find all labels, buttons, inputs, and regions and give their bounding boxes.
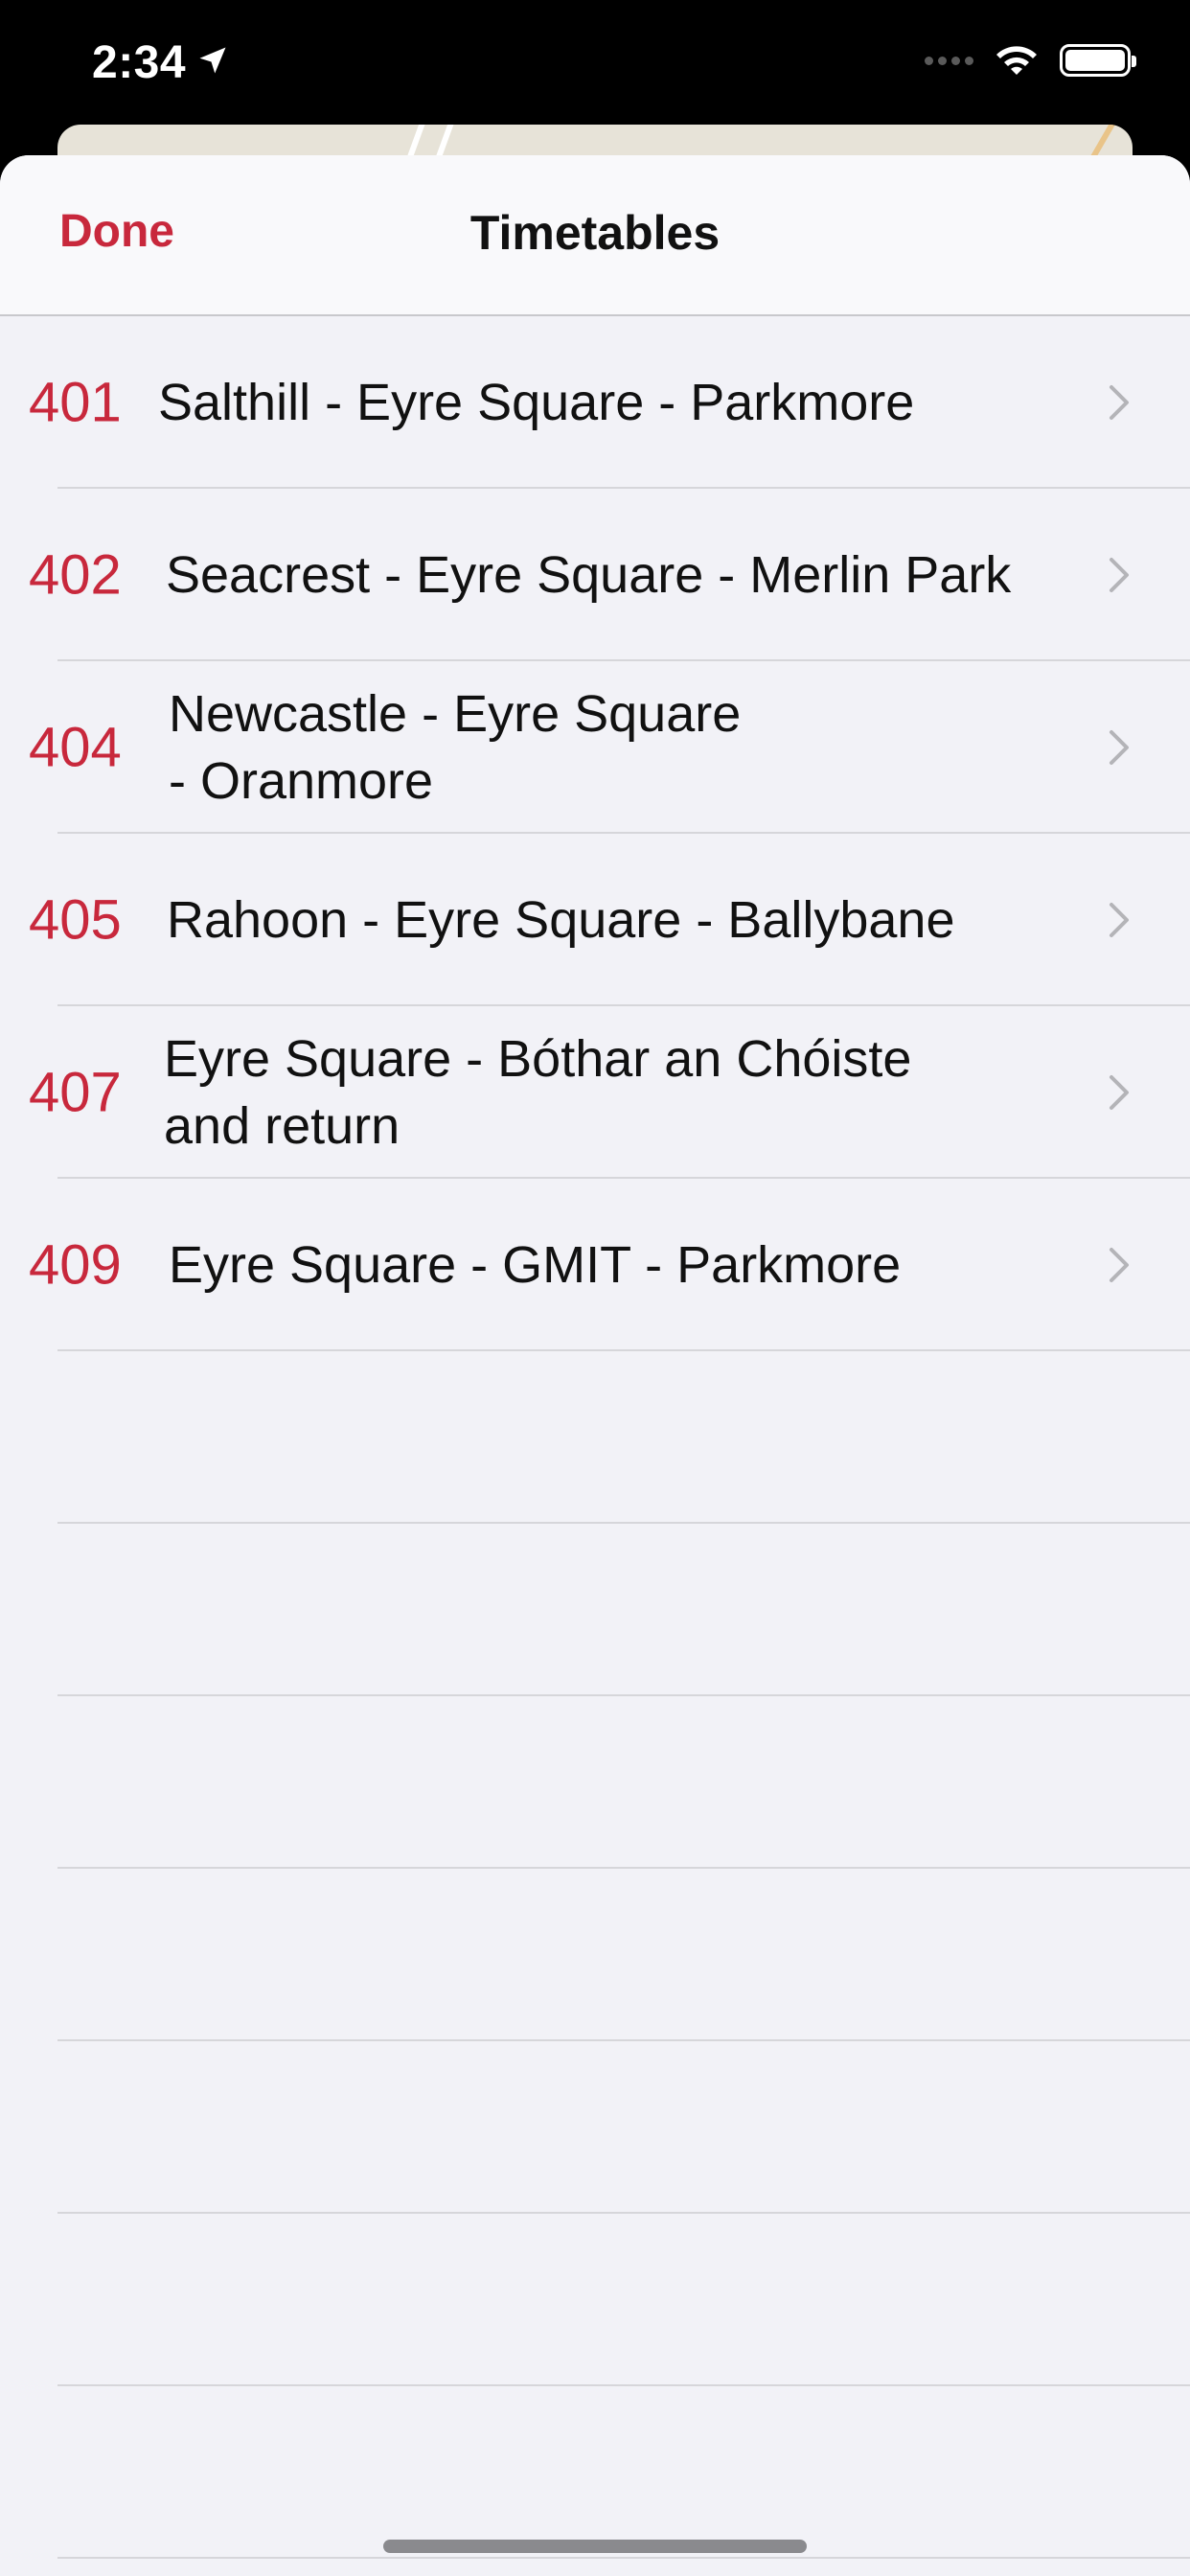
empty-row: [0, 2214, 1190, 2386]
page-title: Timetables: [469, 206, 721, 260]
route-name: Seacrest - Eyre Square - Merlin Park: [166, 541, 1011, 609]
empty-row: [0, 1524, 1190, 1696]
empty-row: [0, 1696, 1190, 1869]
route-name-line: - Oranmore: [169, 752, 434, 810]
route-name-line: Salthill - Eyre Square - Parkmore: [158, 374, 915, 431]
wifi-icon: [993, 42, 1041, 79]
location-arrow-icon: [195, 36, 230, 89]
route-row-409[interactable]: 409 Eyre Square - GMIT - Parkmore: [0, 1179, 1190, 1351]
cellular-signal-icon: [925, 56, 973, 65]
route-number: 407: [29, 1061, 122, 1124]
route-name-line: Rahoon - Eyre Square - Ballybane: [167, 891, 955, 949]
route-number: 405: [29, 888, 122, 952]
route-number: 409: [29, 1233, 122, 1297]
chevron-right-icon: [1108, 556, 1131, 594]
chevron-right-icon: [1108, 901, 1131, 939]
route-row-405[interactable]: 405 Rahoon - Eyre Square - Ballybane: [0, 834, 1190, 1006]
route-row-402[interactable]: 402 Seacrest - Eyre Square - Merlin Park: [0, 489, 1190, 661]
battery-icon: [1060, 44, 1136, 77]
navigation-bar: Done Timetables: [0, 155, 1190, 316]
route-name-line: Eyre Square - GMIT - Parkmore: [169, 1236, 902, 1294]
route-name: Eyre Square - Bóthar an Chóiste and retu…: [164, 1025, 911, 1160]
empty-row: [0, 2041, 1190, 2214]
route-name-line: Eyre Square - Bóthar an Chóiste: [164, 1030, 912, 1088]
screen: 2:34 Done Timetables 401 Salthill - Eyre…: [0, 0, 1190, 2576]
chevron-right-icon: [1108, 728, 1131, 767]
route-number: 404: [29, 716, 122, 779]
route-number: 402: [29, 543, 122, 607]
status-time: 2:34: [92, 36, 230, 89]
timetables-sheet: Done Timetables 401 Salthill - Eyre Squa…: [0, 155, 1190, 2576]
route-name: Rahoon - Eyre Square - Ballybane: [167, 886, 954, 954]
chevron-right-icon: [1108, 1246, 1131, 1284]
route-name-line: Newcastle - Eyre Square: [169, 685, 742, 743]
route-number: 401: [29, 371, 122, 434]
route-row-404[interactable]: 404 Newcastle - Eyre Square - Oranmore: [0, 661, 1190, 834]
status-indicators: [925, 42, 1136, 79]
route-row-401[interactable]: 401 Salthill - Eyre Square - Parkmore: [0, 316, 1190, 489]
chevron-right-icon: [1108, 383, 1131, 422]
empty-row: [0, 1869, 1190, 2041]
chevron-right-icon: [1108, 1073, 1131, 1112]
route-name: Eyre Square - GMIT - Parkmore: [169, 1231, 901, 1299]
status-time-text: 2:34: [92, 37, 187, 88]
home-indicator[interactable]: [383, 2540, 807, 2553]
empty-row: [0, 2386, 1190, 2559]
status-bar: 2:34: [0, 0, 1190, 126]
routes-list: 401 Salthill - Eyre Square - Parkmore 40…: [0, 316, 1190, 2559]
route-name: Newcastle - Eyre Square - Oranmore: [169, 680, 741, 815]
route-name-line: and return: [164, 1097, 400, 1155]
empty-row: [0, 1351, 1190, 1524]
route-name: Salthill - Eyre Square - Parkmore: [158, 369, 914, 436]
route-name-line: Seacrest - Eyre Square - Merlin Park: [166, 546, 1012, 604]
route-row-407[interactable]: 407 Eyre Square - Bóthar an Chóiste and …: [0, 1006, 1190, 1179]
